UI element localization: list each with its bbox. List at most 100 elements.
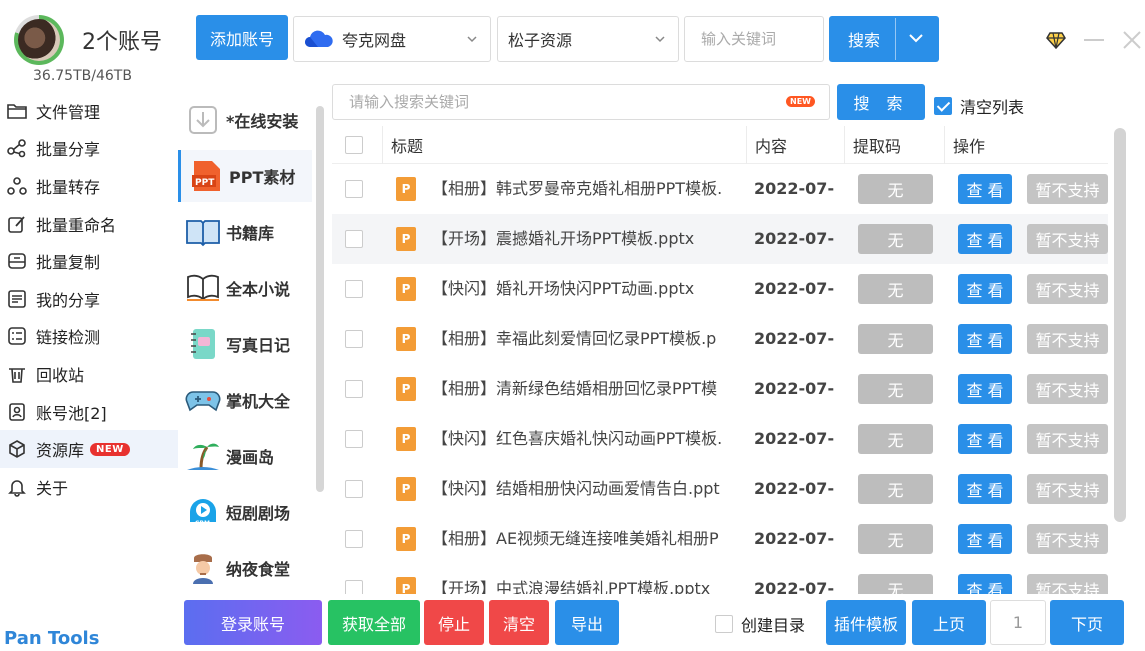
category-online-install[interactable]: *在线安装 xyxy=(178,94,312,146)
unsupported-button[interactable]: 暂不支持 xyxy=(1027,324,1108,354)
avatar[interactable] xyxy=(14,15,64,65)
row-checkbox[interactable] xyxy=(345,230,363,248)
add-account-button[interactable]: 添加账号 xyxy=(196,15,288,60)
unsupported-button[interactable]: 暂不支持 xyxy=(1027,574,1108,594)
clear-button[interactable]: 清空 xyxy=(489,600,549,645)
view-button[interactable]: 查 看 xyxy=(958,174,1012,204)
category-books[interactable]: 书籍库 xyxy=(178,206,312,258)
select-all-checkbox[interactable] xyxy=(345,136,363,154)
view-button[interactable]: 查 看 xyxy=(958,424,1012,454)
clear-list-toggle[interactable]: 清空列表 xyxy=(934,94,1024,118)
row-content: 2022-07- xyxy=(754,329,835,348)
view-button[interactable]: 查 看 xyxy=(958,324,1012,354)
row-checkbox[interactable] xyxy=(345,180,363,198)
unsupported-button[interactable]: 暂不支持 xyxy=(1027,274,1108,304)
category-comic-island[interactable]: 漫画岛 xyxy=(178,430,312,482)
table-row[interactable]: P 【快闪】结婚相册快闪动画爱情告白.ppt 2022-07- 无 查 看 暂不… xyxy=(332,464,1108,514)
extract-code-badge: 无 xyxy=(858,424,933,454)
row-checkbox[interactable] xyxy=(345,530,363,548)
sidebar-item-recycle-bin[interactable]: 回收站 xyxy=(0,355,178,393)
ppt-file-icon: P xyxy=(396,177,416,201)
category-scrollbar[interactable] xyxy=(316,106,324,492)
source-select[interactable]: 松子资源 xyxy=(497,16,679,62)
row-checkbox[interactable] xyxy=(345,580,363,594)
table-row[interactable]: P 【相册】清新绿色结婚相册回忆录PPT模 2022-07- 无 查 看 暂不支… xyxy=(332,364,1108,414)
col-action[interactable]: 操作 xyxy=(944,126,1108,164)
sidebar-item-my-share[interactable]: 我的分享 xyxy=(0,280,178,318)
table-row[interactable]: P 【快闪】婚礼开场快闪PPT动画.pptx 2022-07- 无 查 看 暂不… xyxy=(332,264,1108,314)
view-button[interactable]: 查 看 xyxy=(958,524,1012,554)
chevron-down-icon xyxy=(655,36,665,43)
unsupported-button[interactable]: 暂不支持 xyxy=(1027,524,1108,554)
sidebar-item-link-check[interactable]: 链接检测 xyxy=(0,318,178,356)
resource-search-input[interactable] xyxy=(332,84,830,120)
category-ppt[interactable]: PPT PPT素材 xyxy=(178,150,312,202)
category-handheld-games[interactable]: 掌机大全 xyxy=(178,374,312,426)
view-button[interactable]: 查 看 xyxy=(958,474,1012,504)
row-checkbox[interactable] xyxy=(345,430,363,448)
book-icon xyxy=(184,213,222,251)
unsupported-button[interactable]: 暂不支持 xyxy=(1027,374,1108,404)
create-dir-checkbox[interactable] xyxy=(715,615,733,633)
unsupported-button[interactable]: 暂不支持 xyxy=(1027,174,1108,204)
table-row[interactable]: P 【相册】韩式罗曼帝克婚礼相册PPT模板. 2022-07- 无 查 看 暂不… xyxy=(332,164,1108,214)
ppt-file-icon: P xyxy=(396,577,416,594)
row-content: 2022-07- xyxy=(754,379,835,398)
table-row[interactable]: P 【快闪】红色喜庆婚礼快闪动画PPT模板. 2022-07- 无 查 看 暂不… xyxy=(332,414,1108,464)
export-button[interactable]: 导出 xyxy=(555,600,619,645)
resource-search-button[interactable]: 搜 索 xyxy=(837,84,925,120)
sidebar-item-resource-library[interactable]: 资源库 NEW xyxy=(0,430,178,468)
minimize-icon[interactable] xyxy=(1084,38,1104,42)
row-checkbox[interactable] xyxy=(345,380,363,398)
category-photo-diary[interactable]: 写真日记 xyxy=(178,318,312,370)
view-button[interactable]: 查 看 xyxy=(958,574,1012,594)
diamond-icon[interactable] xyxy=(1046,31,1066,49)
ppt-file-icon: P xyxy=(396,477,416,501)
prev-page-button[interactable]: 上页 xyxy=(912,600,986,645)
col-code[interactable]: 提取码 xyxy=(844,126,944,164)
col-content[interactable]: 内容 xyxy=(746,126,844,164)
clear-list-checkbox[interactable] xyxy=(934,97,952,115)
get-all-button[interactable]: 获取全部 xyxy=(328,600,420,645)
stop-button[interactable]: 停止 xyxy=(424,600,484,645)
extract-code-badge: 无 xyxy=(858,474,933,504)
create-dir-toggle[interactable]: 创建目录 xyxy=(715,612,805,636)
chevron-down-icon[interactable] xyxy=(905,30,927,46)
sidebar-item-batch-transfer[interactable]: 批量转存 xyxy=(0,167,178,205)
category-list: *在线安装 PPT PPT素材 书籍库 全本小说 写真日记 掌机大全 漫画岛 C… xyxy=(178,90,312,590)
table-scrollbar[interactable] xyxy=(1114,128,1126,522)
table-row[interactable]: P 【相册】AE视频无缝连接唯美婚礼相册P 2022-07- 无 查 看 暂不支… xyxy=(332,514,1108,564)
keyword-input[interactable] xyxy=(684,16,824,62)
sidebar-item-about[interactable]: 关于 xyxy=(0,468,178,506)
plugin-template-button[interactable]: 插件模板 xyxy=(826,600,906,645)
row-checkbox[interactable] xyxy=(345,280,363,298)
close-icon[interactable] xyxy=(1122,30,1142,50)
page-number-input[interactable] xyxy=(990,600,1046,645)
sidebar-item-file-manage[interactable]: 文件管理 xyxy=(0,92,178,130)
view-button[interactable]: 查 看 xyxy=(958,274,1012,304)
category-novels[interactable]: 全本小说 xyxy=(178,262,312,314)
table-row[interactable]: P 【相册】幸福此刻爱情回忆录PPT模板.p 2022-07- 无 查 看 暂不… xyxy=(332,314,1108,364)
table-row[interactable]: P 【开场】震撼婚礼开场PPT模板.pptx 2022-07- 无 查 看 暂不… xyxy=(332,214,1108,264)
sidebar-item-label: 批量分享 xyxy=(36,140,101,160)
view-button[interactable]: 查 看 xyxy=(958,374,1012,404)
view-button[interactable]: 查 看 xyxy=(958,224,1012,254)
category-night-canteen[interactable]: 纳夜食堂 xyxy=(178,542,312,594)
sidebar-item-batch-copy[interactable]: 批量复制 xyxy=(0,242,178,280)
unsupported-button[interactable]: 暂不支持 xyxy=(1027,474,1108,504)
row-checkbox[interactable] xyxy=(345,480,363,498)
row-checkbox[interactable] xyxy=(345,330,363,348)
sidebar-item-account-pool[interactable]: 账号池[2] xyxy=(0,393,178,431)
col-title[interactable]: 标题 xyxy=(382,126,746,164)
sidebar-item-batch-rename[interactable]: 批量重命名 xyxy=(0,205,178,243)
search-button-divider xyxy=(895,18,896,60)
svg-text:CRM: CRM xyxy=(195,520,210,527)
unsupported-button[interactable]: 暂不支持 xyxy=(1027,424,1108,454)
login-account-button[interactable]: 登录账号 xyxy=(184,600,322,645)
unsupported-button[interactable]: 暂不支持 xyxy=(1027,224,1108,254)
category-short-drama[interactable]: CRM 短剧剧场 xyxy=(178,486,312,538)
next-page-button[interactable]: 下页 xyxy=(1050,600,1124,645)
table-row[interactable]: P 【开场】中式浪漫结婚礼PPT模板.pptx 2022-07- 无 查 看 暂… xyxy=(332,564,1108,594)
drive-select[interactable]: 夸克网盘 xyxy=(293,16,491,62)
sidebar-item-batch-share[interactable]: 批量分享 xyxy=(0,130,178,168)
